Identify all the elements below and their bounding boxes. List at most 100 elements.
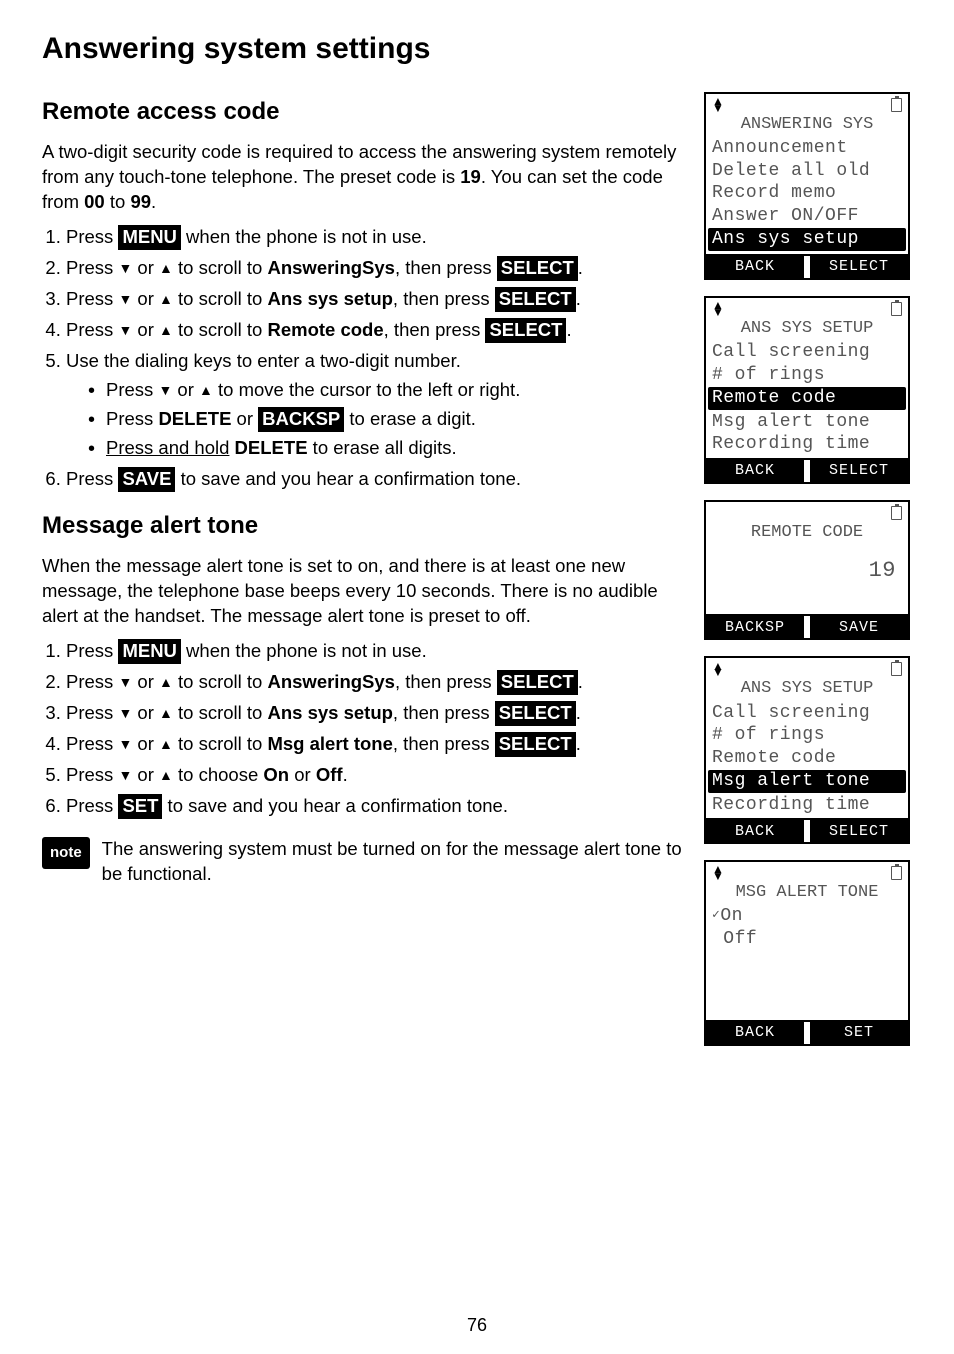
down-arrow-icon: ▼ — [158, 381, 172, 400]
lcd-item: Off — [710, 928, 904, 951]
lcd-item: Call screening — [710, 341, 904, 364]
backsp-key: BACKSP — [258, 407, 344, 432]
step-1: Press MENU when the phone is not in use. — [66, 639, 686, 664]
step-5-bullet-2: Press DELETE or BACKSP to erase a digit. — [88, 407, 686, 432]
lcd-item: # of rings — [710, 724, 904, 747]
note-block: note The answering system must be turned… — [42, 837, 686, 887]
up-arrow-icon: ▲ — [199, 381, 213, 400]
lcd-item: Answer ON/OFF — [710, 205, 904, 228]
step-5: Press ▼ or ▲ to choose On or Off. — [66, 763, 686, 788]
msg-alert-intro: When the message alert tone is set to on… — [42, 554, 686, 629]
down-arrow-icon: ▼ — [118, 321, 132, 340]
down-arrow-icon: ▼ — [118, 766, 132, 785]
content-column: Remote access code A two-digit security … — [42, 86, 686, 1046]
lcd-title: ANS SYS SETUP — [710, 318, 904, 339]
lcd-item: Record memo — [710, 182, 904, 205]
down-arrow-icon: ▼ — [118, 704, 132, 723]
set-key: SET — [118, 794, 162, 819]
down-arrow-icon: ▼ — [118, 290, 132, 309]
lcd-item: Announcement — [710, 137, 904, 160]
scroll-indicator-icon: ▲▼ — [712, 866, 724, 879]
remote-code-intro: A two-digit security code is required to… — [42, 140, 686, 215]
note-badge: note — [42, 837, 90, 869]
remote-code-steps: Press MENU when the phone is not in use.… — [42, 225, 686, 492]
lcd-item-selected: ✓On — [710, 905, 904, 928]
step-6: Press SET to save and you hear a confirm… — [66, 794, 686, 819]
lcd-screen-ans-sys-setup-msg: ▲▼ ANS SYS SETUP Call screening # of rin… — [704, 656, 910, 844]
battery-icon — [891, 662, 902, 676]
lcd-item: Delete all old — [710, 160, 904, 183]
lcd-screen-msg-alert-tone: ▲▼ MSG ALERT TONE ✓On Off BACK SET — [704, 860, 910, 1046]
softkey-back: BACK — [706, 1022, 804, 1044]
step-2: Press ▼ or ▲ to scroll to AnsweringSys, … — [66, 256, 686, 281]
softkey-backsp: BACKSP — [706, 616, 804, 638]
section-heading-msg-alert: Message alert tone — [42, 510, 686, 542]
up-arrow-icon: ▲ — [159, 321, 173, 340]
softkey-select: SELECT — [804, 256, 908, 278]
lcd-value: 19 — [710, 557, 904, 585]
lcd-item: Remote code — [710, 747, 904, 770]
select-key: SELECT — [485, 318, 566, 343]
lcd-item: Msg alert tone — [710, 411, 904, 434]
softkey-back: BACK — [706, 460, 804, 482]
screens-column: ▲▼ ANSWERING SYS Announcement Delete all… — [704, 86, 912, 1046]
step-1: Press MENU when the phone is not in use. — [66, 225, 686, 250]
page-number: 76 — [0, 1315, 954, 1336]
down-arrow-icon: ▼ — [118, 259, 132, 278]
softkey-select: SELECT — [804, 820, 908, 842]
step-5-bullet-3: Press and hold DELETE to erase all digit… — [88, 436, 686, 461]
softkey-back: BACK — [706, 256, 804, 278]
step-5: Use the dialing keys to enter a two-digi… — [66, 349, 686, 461]
lcd-screen-ans-sys-setup-remote: ▲▼ ANS SYS SETUP Call screening # of rin… — [704, 296, 910, 484]
lcd-title: MSG ALERT TONE — [710, 882, 904, 903]
battery-icon — [891, 98, 902, 112]
select-key: SELECT — [495, 701, 576, 726]
scroll-indicator-icon: ▲▼ — [712, 302, 724, 315]
lcd-title: ANS SYS SETUP — [710, 678, 904, 699]
note-text: The answering system must be turned on f… — [102, 837, 686, 887]
save-key: SAVE — [118, 467, 175, 492]
battery-icon — [891, 506, 902, 520]
step-4: Press ▼ or ▲ to scroll to Msg alert tone… — [66, 732, 686, 757]
step-3: Press ▼ or ▲ to scroll to Ans sys setup,… — [66, 287, 686, 312]
menu-key: MENU — [118, 225, 180, 250]
up-arrow-icon: ▲ — [159, 290, 173, 309]
select-key: SELECT — [495, 287, 576, 312]
softkey-save: SAVE — [804, 616, 908, 638]
select-key: SELECT — [495, 732, 576, 757]
up-arrow-icon: ▲ — [159, 673, 173, 692]
select-key: SELECT — [497, 670, 578, 695]
select-key: SELECT — [497, 256, 578, 281]
scroll-indicator-icon: ▲▼ — [712, 663, 724, 676]
scroll-indicator-icon: ▲▼ — [712, 98, 724, 111]
lcd-item: # of rings — [710, 364, 904, 387]
lcd-screen-remote-code: REMOTE CODE 19 BACKSP SAVE — [704, 500, 910, 641]
up-arrow-icon: ▲ — [159, 766, 173, 785]
up-arrow-icon: ▲ — [159, 735, 173, 754]
lcd-screen-answering-sys: ▲▼ ANSWERING SYS Announcement Delete all… — [704, 92, 910, 280]
page-title: Answering system settings — [42, 32, 912, 66]
lcd-item-selected: Remote code — [708, 387, 906, 410]
lcd-item: Recording time — [710, 794, 904, 817]
up-arrow-icon: ▲ — [159, 259, 173, 278]
step-5-bullet-1: Press ▼ or ▲ to move the cursor to the l… — [88, 378, 686, 403]
lcd-item: Recording time — [710, 433, 904, 456]
softkey-select: SELECT — [804, 460, 908, 482]
step-2: Press ▼ or ▲ to scroll to AnsweringSys, … — [66, 670, 686, 695]
menu-key: MENU — [118, 639, 180, 664]
softkey-back: BACK — [706, 820, 804, 842]
up-arrow-icon: ▲ — [159, 704, 173, 723]
battery-icon — [891, 302, 902, 316]
down-arrow-icon: ▼ — [118, 735, 132, 754]
lcd-item-selected: Msg alert tone — [708, 770, 906, 793]
lcd-title: ANSWERING SYS — [710, 114, 904, 135]
step-4: Press ▼ or ▲ to scroll to Remote code, t… — [66, 318, 686, 343]
down-arrow-icon: ▼ — [118, 673, 132, 692]
lcd-title: REMOTE CODE — [710, 522, 904, 543]
lcd-item-selected: Ans sys setup — [708, 228, 906, 251]
section-heading-remote-code: Remote access code — [42, 96, 686, 128]
step-6: Press SAVE to save and you hear a confir… — [66, 467, 686, 492]
msg-alert-steps: Press MENU when the phone is not in use.… — [42, 639, 686, 819]
lcd-item: Call screening — [710, 702, 904, 725]
battery-icon — [891, 866, 902, 880]
